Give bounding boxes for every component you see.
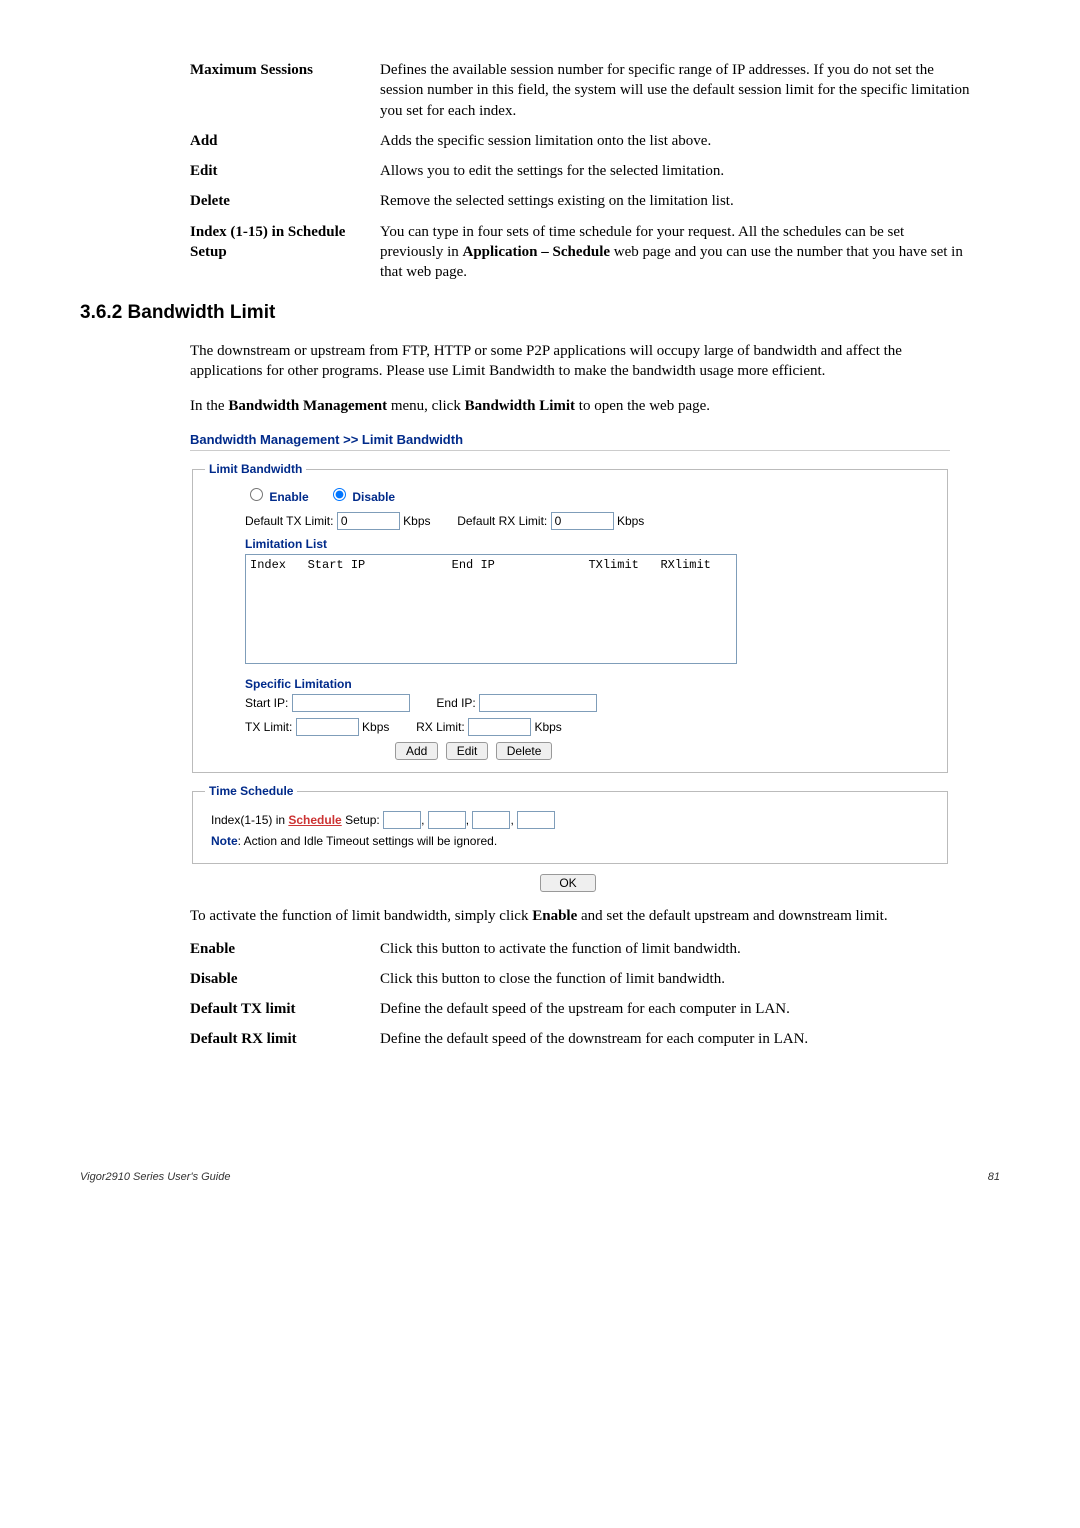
paragraph: The downstream or upstream from FTP, HTT… [190, 341, 970, 382]
section-heading: 3.6.2 Bandwidth Limit [80, 300, 1000, 326]
divider [190, 450, 950, 451]
schedule-index-4[interactable] [517, 811, 555, 829]
def-term: Disable [190, 969, 380, 989]
def-term: Delete [190, 191, 380, 211]
edit-button[interactable]: Edit [446, 742, 489, 760]
default-rx-input[interactable] [551, 512, 614, 530]
tx-limit-label: TX Limit: [245, 720, 292, 734]
def-desc: Click this button to activate the functi… [380, 939, 1000, 959]
def-row: Maximum Sessions Defines the available s… [190, 60, 1000, 121]
def-desc: Define the default speed of the downstre… [380, 1029, 1000, 1049]
end-ip-input[interactable] [479, 694, 597, 712]
def-row: Delete Remove the selected settings exis… [190, 191, 1000, 211]
button-row: Add Edit Delete [395, 742, 935, 760]
limitation-list-heading: Limitation List [245, 536, 935, 552]
ip-row: Start IP: End IP: [245, 694, 935, 712]
text: and set the default upstream and downstr… [577, 908, 887, 924]
def-desc: Click this button to close the function … [380, 969, 1000, 989]
def-term: Enable [190, 939, 380, 959]
kbps-label: Kbps [617, 514, 644, 528]
enable-option[interactable]: Enable [245, 490, 309, 504]
rx-limit-input[interactable] [468, 718, 531, 736]
enable-radio[interactable] [250, 488, 263, 501]
ok-button[interactable]: OK [540, 874, 595, 892]
config-panel: Limit Bandwidth Enable Disable Default T… [190, 461, 950, 892]
def-term: Default RX limit [190, 1029, 380, 1049]
schedule-index-3[interactable] [472, 811, 510, 829]
schedule-index-1[interactable] [383, 811, 421, 829]
tx-limit-input[interactable] [296, 718, 359, 736]
default-tx-label: Default TX Limit: [245, 514, 333, 528]
def-term: Add [190, 131, 380, 151]
def-row: Edit Allows you to edit the settings for… [190, 161, 1000, 181]
limit-row: TX Limit: Kbps RX Limit: Kbps [245, 718, 935, 736]
time-schedule-legend: Time Schedule [205, 783, 297, 799]
add-button[interactable]: Add [395, 742, 438, 760]
kbps-label: Kbps [362, 720, 389, 734]
bold-text: Bandwidth Limit [465, 398, 575, 414]
disable-radio[interactable] [333, 488, 346, 501]
def-desc: Defines the available session number for… [380, 60, 1000, 121]
paragraph: In the Bandwidth Management menu, click … [190, 396, 970, 416]
def-row: Default RX limit Define the default spee… [190, 1029, 1000, 1049]
disable-option[interactable]: Disable [328, 490, 395, 504]
delete-button[interactable]: Delete [496, 742, 553, 760]
schedule-index-2[interactable] [428, 811, 466, 829]
definitions-top: Maximum Sessions Defines the available s… [190, 60, 1000, 282]
definitions-bottom: Enable Click this button to activate the… [190, 939, 1000, 1050]
def-row: Enable Click this button to activate the… [190, 939, 1000, 959]
enable-disable-row: Enable Disable [245, 485, 935, 505]
limitation-list-box[interactable]: Index Start IP End IP TXlimit RXlimit [245, 554, 737, 664]
paragraph: To activate the function of limit bandwi… [190, 906, 970, 926]
enable-label: Enable [269, 490, 308, 504]
specific-limitation-heading: Specific Limitation [245, 676, 935, 692]
end-ip-label: End IP: [436, 696, 475, 710]
disable-label: Disable [352, 490, 395, 504]
time-schedule-fieldset: Time Schedule Index(1-15) in Schedule Se… [192, 783, 948, 864]
def-row: Disable Click this button to close the f… [190, 969, 1000, 989]
kbps-label: Kbps [403, 514, 430, 528]
index-setup-pre: Index(1-15) in [211, 813, 288, 827]
def-row: Index (1-15) in Schedule Setup You can t… [190, 222, 1000, 283]
schedule-link[interactable]: Schedule [288, 813, 341, 827]
def-term: Edit [190, 161, 380, 181]
bold-text: Enable [532, 908, 577, 924]
panel-breadcrumb: Bandwidth Management >> Limit Bandwidth [190, 431, 1000, 449]
note-text: : Action and Idle Timeout settings will … [238, 834, 497, 848]
text: to open the web page. [575, 398, 710, 414]
footer-page-number: 81 [988, 1170, 1000, 1185]
default-rx-label: Default RX Limit: [457, 514, 547, 528]
def-desc: Remove the selected settings existing on… [380, 191, 1000, 211]
def-row: Add Adds the specific session limitation… [190, 131, 1000, 151]
text: To activate the function of limit bandwi… [190, 908, 532, 924]
def-term-text: Index (1-15) in Schedule Setup [190, 224, 345, 260]
kbps-label: Kbps [534, 720, 561, 734]
default-tx-input[interactable] [337, 512, 400, 530]
def-term: Index (1-15) in Schedule Setup [190, 222, 380, 283]
page-footer: Vigor2910 Series User's Guide 81 [80, 1170, 1000, 1185]
def-term: Maximum Sessions [190, 60, 380, 121]
note-label: Note [211, 834, 238, 848]
list-header-row: Index Start IP End IP TXlimit RXlimit [250, 558, 711, 572]
bold-text: Bandwidth Management [228, 398, 387, 414]
text: menu, click [387, 398, 464, 414]
def-desc: Allows you to edit the settings for the … [380, 161, 1000, 181]
rx-limit-label: RX Limit: [416, 720, 465, 734]
def-desc: Define the default speed of the upstream… [380, 999, 1000, 1019]
ok-row: OK [190, 874, 950, 892]
limit-bandwidth-legend: Limit Bandwidth [205, 461, 306, 477]
def-row: Default TX limit Define the default spee… [190, 999, 1000, 1019]
start-ip-input[interactable] [292, 694, 410, 712]
note-row: Note: Action and Idle Timeout settings w… [211, 833, 929, 849]
def-desc: You can type in four sets of time schedu… [380, 222, 1000, 283]
def-term: Default TX limit [190, 999, 380, 1019]
index-setup-post: Setup: [342, 813, 380, 827]
start-ip-label: Start IP: [245, 696, 288, 710]
footer-left: Vigor2910 Series User's Guide [80, 1170, 230, 1185]
def-desc: Adds the specific session limitation ont… [380, 131, 1000, 151]
limit-bandwidth-fieldset: Limit Bandwidth Enable Disable Default T… [192, 461, 948, 773]
default-limits-row: Default TX Limit: Kbps Default RX Limit:… [245, 512, 935, 530]
text: In the [190, 398, 228, 414]
